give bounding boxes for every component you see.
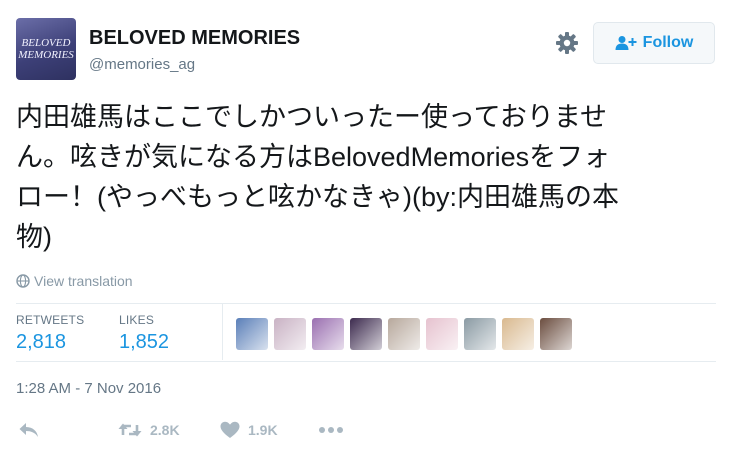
liker-avatar[interactable] (236, 318, 268, 350)
retweets-count[interactable]: 2,818 (16, 331, 66, 354)
likes-label: LIKES (119, 313, 155, 327)
gear-icon[interactable] (555, 31, 579, 55)
like-count: 1.9K (248, 422, 278, 438)
follow-label: Follow (642, 34, 694, 51)
more-options-button[interactable] (318, 421, 344, 439)
reply-icon (19, 423, 38, 437)
liker-avatars (236, 318, 572, 350)
liker-avatar[interactable] (312, 318, 344, 350)
globe-icon (16, 274, 30, 288)
divider (16, 361, 716, 362)
liker-avatar[interactable] (540, 318, 572, 350)
tweet-text-line: 物) (16, 222, 52, 252)
more-icon (319, 427, 343, 433)
retweets-label: RETWEETS (16, 313, 85, 327)
like-button[interactable]: 1.9K (220, 421, 278, 439)
tweet-text: 内田雄馬はここでしかついったー使っておりませ ん。呟きが気になる方はBelove… (16, 97, 716, 257)
avatar-logo-text: BELOVED MEMORIES (18, 37, 74, 61)
user-handle[interactable]: @memories_ag (89, 56, 195, 73)
tweet-text-line: ん。呟きが気になる方はBelovedMemoriesをフォ (16, 142, 611, 172)
heart-icon (220, 421, 240, 438)
add-user-icon (615, 36, 637, 50)
divider (222, 304, 223, 360)
tweet-text-line: 内田雄馬はここでしかついったー使っておりませ (16, 102, 608, 132)
liker-avatar[interactable] (502, 318, 534, 350)
liker-avatar[interactable] (426, 318, 458, 350)
liker-avatar[interactable] (464, 318, 496, 350)
avatar[interactable]: BELOVED MEMORIES (16, 18, 76, 80)
display-name[interactable]: BELOVED MEMORIES (89, 27, 300, 50)
retweet-count: 2.8K (150, 422, 180, 438)
view-translation-label: View translation (34, 273, 133, 289)
tweet-timestamp[interactable]: 1:28 AM - 7 Nov 2016 (16, 380, 161, 397)
reply-button[interactable] (18, 421, 40, 439)
liker-avatar[interactable] (274, 318, 306, 350)
view-translation-link[interactable]: View translation (16, 273, 133, 289)
divider (16, 303, 716, 304)
retweet-icon (118, 423, 142, 437)
tweet-text-line: ロー！(やっべもっと呟かなきゃ)(by:内田雄馬の本 (16, 182, 619, 212)
likes-count[interactable]: 1,852 (119, 331, 169, 354)
retweet-button[interactable]: 2.8K (118, 421, 180, 439)
liker-avatar[interactable] (388, 318, 420, 350)
liker-avatar[interactable] (350, 318, 382, 350)
follow-button[interactable]: Follow (593, 22, 715, 64)
